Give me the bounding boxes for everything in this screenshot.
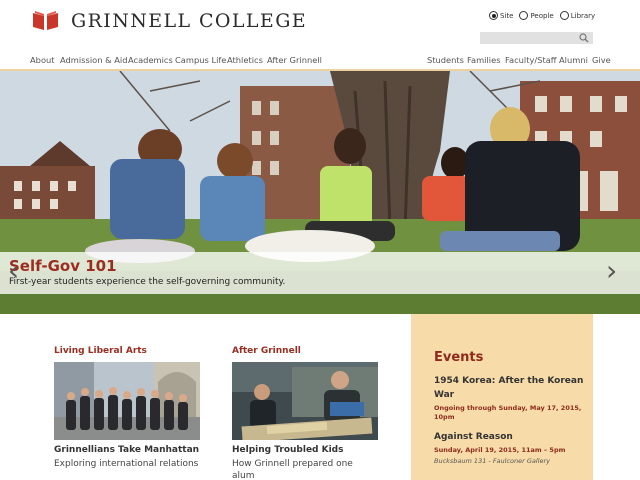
search-box: [480, 32, 593, 52]
scope-library-label: Library: [570, 11, 596, 20]
nav-academics[interactable]: Academics: [128, 55, 173, 65]
feature-after-grinnell: After Grinnell Helping Troubled Kids How…: [232, 346, 378, 480]
radio-site[interactable]: [489, 11, 498, 20]
events-heading[interactable]: Events: [434, 350, 483, 365]
chevron-right-icon[interactable]: ›: [606, 257, 617, 285]
search-icon[interactable]: [579, 33, 589, 43]
scope-library[interactable]: Library: [559, 11, 596, 20]
events-panel: Events 1954 Korea: After the Korean War …: [411, 314, 593, 480]
book-logo-icon: [33, 11, 58, 30]
event-date: Ongoing through Sunday, May 17, 2015, 10…: [434, 404, 582, 421]
college-logo[interactable]: GRINNELL COLLEGE: [32, 10, 307, 32]
nav-give[interactable]: Give: [592, 55, 611, 65]
scope-site-label: Site: [500, 11, 514, 20]
hero-subtitle: First-year students experience the self-…: [9, 277, 286, 287]
hero-caption: Self-Gov 101 First-year students experie…: [0, 252, 640, 294]
chevron-left-icon[interactable]: ‹: [8, 257, 19, 285]
feature-heading[interactable]: Living Liberal Arts: [54, 346, 200, 356]
site-header: GRINNELL COLLEGE Site People Library: [0, 0, 640, 52]
feature-text: How Grinnell prepared one alum: [232, 459, 353, 480]
event-title[interactable]: 1954 Korea: After the Korean War: [434, 374, 584, 402]
nav-families[interactable]: Families: [467, 55, 501, 65]
college-name: GRINNELL COLLEGE: [71, 10, 308, 32]
search-scope: Site People Library: [489, 11, 595, 20]
radio-people[interactable]: [519, 11, 529, 20]
feature-title[interactable]: Grinnellians Take Manhattan: [54, 445, 200, 455]
radio-library[interactable]: [559, 11, 569, 20]
event-location: Bucksbaum 131 - Faulconer Gallery: [434, 457, 551, 465]
event-item: 1954 Korea: After the Korean War Ongoing…: [434, 374, 584, 422]
event-item: Against Reason Sunday, April 19, 2015, 1…: [434, 430, 584, 465]
feature-text: Exploring international relations: [54, 459, 199, 469]
hero-slideshow[interactable]: Self-Gov 101 First-year students experie…: [0, 71, 640, 314]
nav-campus-life[interactable]: Campus Life: [175, 55, 226, 65]
nav-athletics[interactable]: Athletics: [227, 55, 263, 65]
event-date: Sunday, April 19, 2015, 11am – 5pm: [434, 446, 566, 454]
feature-image-troubled-kids[interactable]: [232, 362, 378, 440]
nav-admission[interactable]: Admission & Aid: [60, 55, 127, 65]
nav-about[interactable]: About: [30, 55, 55, 65]
nav-alumni[interactable]: Alumni: [559, 55, 588, 65]
feature-living-liberal-arts: Living Liberal Arts Grinnellians Take Ma…: [54, 346, 200, 470]
hero-title[interactable]: Self-Gov 101: [9, 257, 117, 275]
scope-site[interactable]: Site: [489, 11, 513, 20]
feature-title[interactable]: Helping Troubled Kids: [232, 445, 378, 455]
scope-people-label: People: [530, 11, 554, 20]
event-title[interactable]: Against Reason: [434, 430, 584, 444]
nav-faculty-staff[interactable]: Faculty/Staff: [505, 55, 557, 65]
feature-heading[interactable]: After Grinnell: [232, 346, 378, 356]
nav-students[interactable]: Students: [427, 55, 464, 65]
scope-people[interactable]: People: [519, 11, 554, 20]
main-nav: About Admission & Aid Academics Campus L…: [0, 52, 640, 70]
search-input[interactable]: [480, 39, 576, 52]
feature-image-manhattan[interactable]: [54, 362, 200, 440]
nav-after-grinnell[interactable]: After Grinnell: [267, 55, 322, 65]
